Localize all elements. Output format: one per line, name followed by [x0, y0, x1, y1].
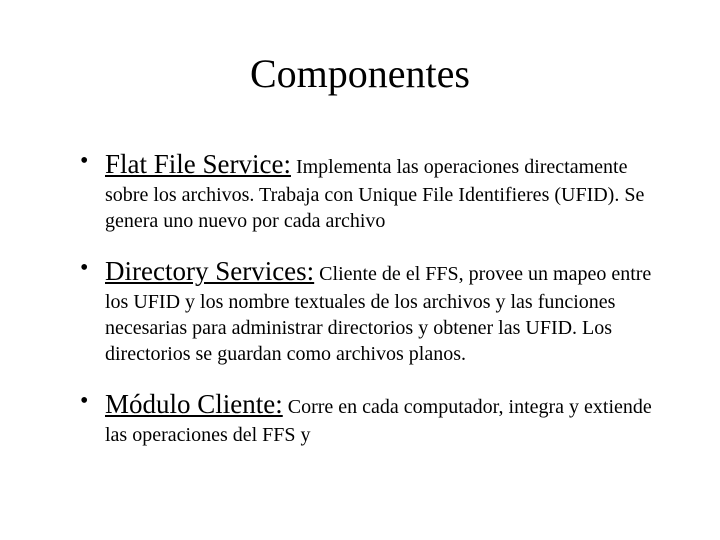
- item-heading: Directory Services:: [105, 256, 314, 286]
- slide-title: Componentes: [60, 50, 660, 97]
- bullet-list: Flat File Service: Implementa las operac…: [60, 147, 660, 448]
- item-heading: Flat File Service:: [105, 149, 291, 179]
- item-heading: Módulo Cliente:: [105, 389, 283, 419]
- list-item: Módulo Cliente: Corre en cada computador…: [80, 387, 660, 448]
- list-item: Directory Services: Cliente de el FFS, p…: [80, 254, 660, 367]
- list-item: Flat File Service: Implementa las operac…: [80, 147, 660, 234]
